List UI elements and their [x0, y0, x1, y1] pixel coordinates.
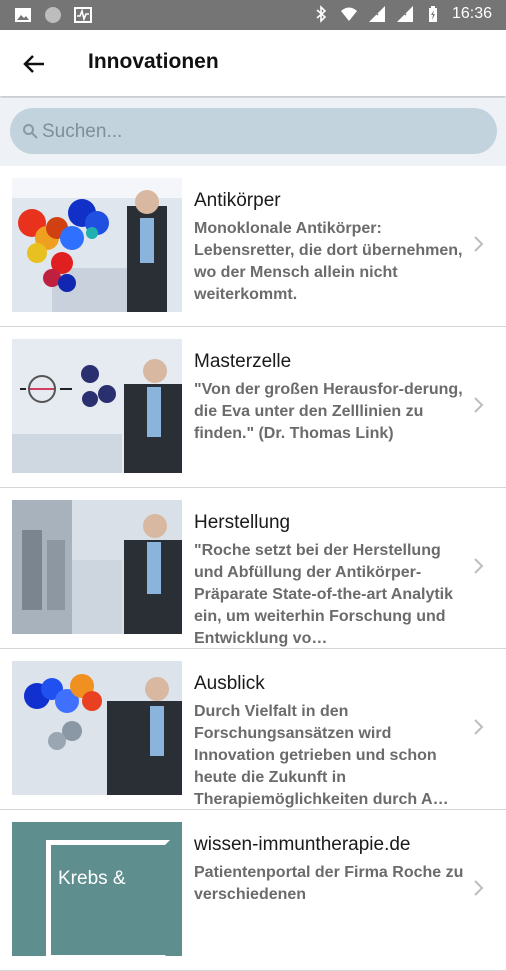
- item-thumbnail: [12, 178, 182, 312]
- item-title: Herstellung: [194, 512, 291, 533]
- list-item[interactable]: Masterzelle "Von der großen Herausfor-de…: [0, 327, 506, 488]
- search-input[interactable]: [40, 108, 484, 156]
- list-item[interactable]: Krebs & wissen-immuntherapie.de Patiente…: [0, 810, 506, 971]
- item-thumbnail: [12, 661, 182, 795]
- search-area: [0, 98, 506, 166]
- signal-icon-2: [396, 6, 413, 22]
- wifi-icon: [340, 7, 357, 21]
- item-thumbnail: [12, 500, 182, 634]
- app-bar: Innovationen: [0, 30, 506, 96]
- innovation-list: Antikörper Monoklonale Antikörper: Leben…: [0, 166, 506, 971]
- chevron-right-icon: [474, 236, 484, 252]
- thumbnail-text: Krebs &: [58, 868, 126, 889]
- item-description: "Roche setzt bei der Herstellung und Abf…: [194, 542, 454, 647]
- status-bar: 16:36: [0, 0, 506, 30]
- item-title: Antikörper: [194, 190, 281, 211]
- battery-icon: [428, 6, 437, 22]
- item-description: Durch Vielfalt in den Forschungsansätzen…: [194, 703, 449, 808]
- chevron-right-icon: [474, 558, 484, 574]
- signal-icon: [368, 6, 385, 22]
- item-description: "Von der großen Herausfor-derung, die Ev…: [194, 381, 463, 442]
- list-item[interactable]: Ausblick Durch Vielfalt in den Forschung…: [0, 649, 506, 810]
- activity-icon: [74, 7, 92, 23]
- chevron-right-icon: [474, 880, 484, 896]
- item-description: Patientenportal der Firma Roche zu versc…: [194, 864, 464, 903]
- item-description: Monoklonale Antikörper: Lebensretter, di…: [194, 220, 463, 303]
- item-title: Masterzelle: [194, 351, 292, 372]
- chevron-right-icon: [474, 397, 484, 413]
- bluetooth-icon: [316, 5, 327, 23]
- search-icon: [23, 124, 38, 139]
- back-arrow-icon[interactable]: [18, 48, 50, 80]
- list-item[interactable]: Herstellung "Roche setzt bei der Herstel…: [0, 488, 506, 649]
- search-bar[interactable]: [10, 108, 497, 156]
- list-item[interactable]: Antikörper Monoklonale Antikörper: Leben…: [0, 166, 506, 327]
- item-title: wissen-immuntherapie.de: [194, 834, 411, 855]
- circle-icon: [45, 7, 61, 23]
- page-title: Innovationen: [88, 50, 219, 73]
- image-icon: [15, 8, 31, 22]
- item-thumbnail: Krebs &: [12, 822, 182, 956]
- clock: 16:36: [451, 5, 492, 22]
- chevron-right-icon: [474, 719, 484, 735]
- item-thumbnail: [12, 339, 182, 473]
- item-title: Ausblick: [194, 673, 265, 694]
